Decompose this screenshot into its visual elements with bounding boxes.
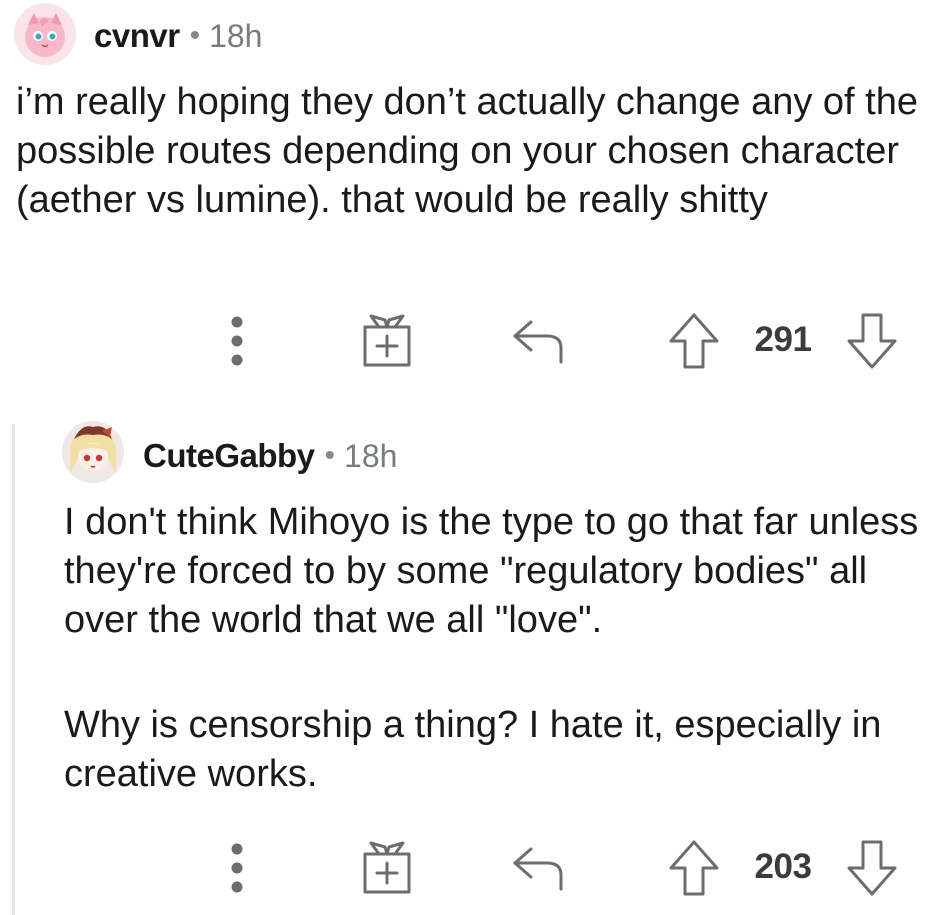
comment-cvnvr: cvnvr • 18h i’m really hoping they don’t… [0,0,937,405]
give-award-button[interactable] [352,309,422,373]
comment-meta: CuteGabby • 18h [143,433,397,479]
comment-action-bar: 203 [0,832,937,902]
downvote-button[interactable] [842,837,902,899]
username[interactable]: cvnvr [94,17,180,55]
give-award-button[interactable] [352,836,422,900]
reply-arrow-icon [513,320,563,364]
timestamp[interactable]: 18h [209,18,262,55]
vertical-dots-icon [231,843,243,893]
comment-body-paragraph: I don't think Mihoyo is the type to go t… [64,501,929,641]
reply-button[interactable] [504,313,574,369]
comment-body-paragraph: Why is censorship a thing? I hate it, es… [64,704,892,795]
upvote-button[interactable] [664,310,724,372]
meta-separator: • [189,19,201,52]
downvote-button[interactable] [842,310,902,372]
vertical-dots-icon [231,316,243,366]
gift-box-icon [363,314,411,367]
timestamp[interactable]: 18h [344,438,397,475]
comment-action-bar: 291 [0,305,937,375]
pink-balloon-creature-avatar-icon [14,3,76,65]
reply-button[interactable] [504,840,574,896]
more-options-button[interactable] [212,838,262,898]
avatar[interactable] [62,421,124,483]
vote-score: 203 [754,847,812,886]
vote-score: 291 [754,320,812,359]
gift-box-icon [363,841,411,894]
more-options-button[interactable] [212,311,262,371]
downvote-arrow-icon [847,840,897,896]
avatar[interactable] [14,3,76,65]
meta-separator: • [324,439,336,472]
reply-arrow-icon [513,847,563,891]
upvote-arrow-icon [669,313,719,369]
comment-body: i’m really hoping they don’t actually ch… [16,81,929,221]
blonde-anime-girl-avatar-icon [62,421,124,483]
username[interactable]: CuteGabby [143,437,315,475]
comment-meta: cvnvr • 18h [94,13,262,59]
upvote-arrow-icon [669,840,719,896]
downvote-arrow-icon [847,313,897,369]
upvote-button[interactable] [664,837,724,899]
